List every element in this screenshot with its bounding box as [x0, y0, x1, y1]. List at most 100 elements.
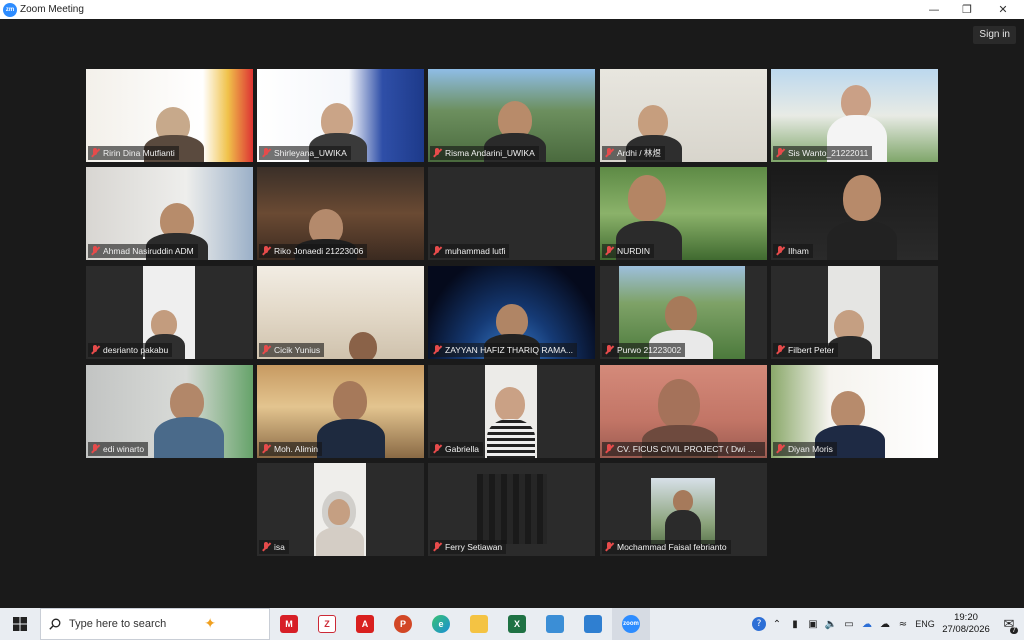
usb-icon[interactable]: ▮ — [786, 608, 804, 640]
notification-count: 7 — [1010, 627, 1018, 634]
video-tile[interactable]: Mochammad Faisal febrianto — [600, 463, 767, 556]
video-tile-active-speaker[interactable]: Risma Andarini_UWIKA — [428, 69, 595, 162]
participant-name: Ardhi / 林煜 — [617, 148, 661, 158]
mic-muted-icon — [90, 148, 100, 158]
title-bar: zm Zoom Meeting — ❐ ✕ — [0, 0, 1024, 19]
zoom-logo-icon: zm — [3, 2, 17, 17]
participant-name: Risma Andarini_UWIKA — [445, 148, 535, 158]
sign-in-button[interactable]: Sign in — [973, 26, 1016, 44]
mic-muted-icon — [261, 542, 271, 552]
cloud-icon[interactable]: ☁ — [858, 608, 876, 640]
search-placeholder: Type here to search — [69, 618, 167, 630]
participant-name: Riko Jonaedi 21223006 — [274, 246, 364, 256]
participant-name: Diyan Moris — [788, 444, 833, 454]
wifi-icon[interactable]: ≈ — [894, 608, 912, 640]
network-icon[interactable]: ▣ — [804, 608, 822, 640]
video-tile[interactable]: Ilham — [771, 167, 938, 260]
mic-muted-icon — [432, 345, 442, 355]
mic-muted-icon — [432, 444, 442, 454]
video-tile[interactable]: CV. FICUS CIVIL PROJECT ( Dwi Pri... — [600, 365, 767, 458]
system-tray: ? ⌃ ▮ ▣ 🔈 ▭ ☁ ☁ ≈ ENG 19:20 27/08/2026 ✉… — [750, 608, 1024, 640]
search-icon — [49, 618, 61, 630]
participant-name: Mochammad Faisal febrianto — [617, 542, 727, 552]
excel-icon[interactable]: X — [498, 608, 536, 640]
mic-muted-icon — [604, 246, 614, 256]
mic-muted-icon — [432, 246, 442, 256]
mic-muted-icon — [261, 444, 271, 454]
video-tile[interactable]: Ardhi / 林煜 — [600, 69, 767, 162]
video-tile[interactable]: Ferry Setiawan — [428, 463, 595, 556]
file-explorer-icon[interactable] — [460, 608, 498, 640]
mic-muted-icon — [604, 148, 614, 158]
acrobat-icon[interactable]: A — [346, 608, 384, 640]
close-icon[interactable]: ✕ — [985, 0, 1021, 19]
mic-muted-icon — [604, 542, 614, 552]
taskbar: Type here to search ✦ M Z A P e X zoom ?… — [0, 608, 1024, 640]
video-tile[interactable]: Riko Jonaedi 21223006 — [257, 167, 424, 260]
help-icon[interactable]: ? — [750, 608, 768, 640]
chevron-up-icon[interactable]: ⌃ — [768, 608, 786, 640]
video-tile[interactable]: Purwo 21223002 — [600, 266, 767, 359]
zoom-icon[interactable]: zoom — [612, 608, 650, 640]
participant-name: desrianto pakabu — [103, 345, 169, 355]
maximize-icon[interactable]: ❐ — [949, 0, 985, 19]
photos-icon[interactable] — [536, 608, 574, 640]
participant-name: muhammad lutfi — [445, 246, 506, 256]
participant-name: Shirleyana_UWIKA — [274, 148, 347, 158]
minimize-icon[interactable]: — — [916, 0, 952, 19]
mic-muted-icon — [90, 345, 100, 355]
video-tile[interactable]: isa — [257, 463, 424, 556]
video-tile[interactable]: Ririn Dina Mutfianti — [86, 69, 253, 162]
zotero-icon[interactable]: Z — [308, 608, 346, 640]
mic-muted-icon — [432, 148, 442, 158]
mic-muted-icon — [604, 444, 614, 454]
video-tile[interactable]: Diyan Moris — [771, 365, 938, 458]
edge-icon[interactable]: e — [422, 608, 460, 640]
participant-name: Moh. Alimin — [274, 444, 318, 454]
clock-time: 19:20 — [954, 612, 978, 623]
mic-muted-icon — [261, 246, 271, 256]
taskbar-search-box[interactable]: Type here to search ✦ — [40, 608, 270, 640]
video-tile[interactable]: ZAYYAN HAFIZ THARIQ RAMA... — [428, 266, 595, 359]
video-tile[interactable]: NURDIN — [600, 167, 767, 260]
notification-icon[interactable]: ✉ 7 — [994, 608, 1024, 640]
mic-muted-icon — [261, 148, 271, 158]
participant-name: Ferry Setiawan — [445, 542, 503, 552]
participant-name: NURDIN — [617, 246, 651, 256]
video-tile[interactable]: Sis Wanto_21222011 — [771, 69, 938, 162]
video-tile[interactable]: Moh. Alimin — [257, 365, 424, 458]
video-tile[interactable]: Ahmad Nasiruddin ADM — [86, 167, 253, 260]
language-indicator[interactable]: ENG — [912, 608, 938, 640]
video-tile[interactable]: Filbert Peter — [771, 266, 938, 359]
mic-muted-icon — [604, 345, 614, 355]
video-tile[interactable]: desrianto pakabu — [86, 266, 253, 359]
participant-name: edi winarto — [103, 444, 145, 454]
battery-icon[interactable]: ▭ — [840, 608, 858, 640]
participant-name: Cicik Yunius — [274, 345, 321, 355]
mic-muted-icon — [432, 542, 442, 552]
mendeley-icon[interactable]: M — [270, 608, 308, 640]
video-tile[interactable]: edi winarto — [86, 365, 253, 458]
participant-name: Purwo 21223002 — [617, 345, 682, 355]
powerpoint-icon[interactable]: P — [384, 608, 422, 640]
mic-muted-icon — [775, 148, 785, 158]
participant-name: Ririn Dina Mutfianti — [103, 148, 175, 158]
video-tile[interactable]: Cicik Yunius — [257, 266, 424, 359]
volume-icon[interactable]: 🔈 — [822, 608, 840, 640]
mic-muted-icon — [775, 444, 785, 454]
windows-start-icon[interactable] — [0, 608, 40, 640]
participant-name: CV. FICUS CIVIL PROJECT ( Dwi Pri... — [617, 444, 761, 454]
participant-name: ZAYYAN HAFIZ THARIQ RAMA... — [445, 345, 573, 355]
video-tile[interactable]: Shirleyana_UWIKA — [257, 69, 424, 162]
search-highlight-icon: ✦ — [204, 616, 216, 632]
mic-muted-icon — [775, 246, 785, 256]
cloud-sync-icon[interactable]: ☁ — [876, 608, 894, 640]
participant-name: Sis Wanto_21222011 — [788, 148, 869, 158]
window-title: Zoom Meeting — [20, 4, 84, 15]
mic-muted-icon — [90, 246, 100, 256]
clock[interactable]: 19:20 27/08/2026 — [938, 612, 994, 636]
video-tile-camera-off[interactable]: muhammad lutfi — [428, 167, 595, 260]
paint-icon[interactable] — [574, 608, 612, 640]
participant-name: Ilham — [788, 246, 809, 256]
video-tile[interactable]: Gabriella — [428, 365, 595, 458]
